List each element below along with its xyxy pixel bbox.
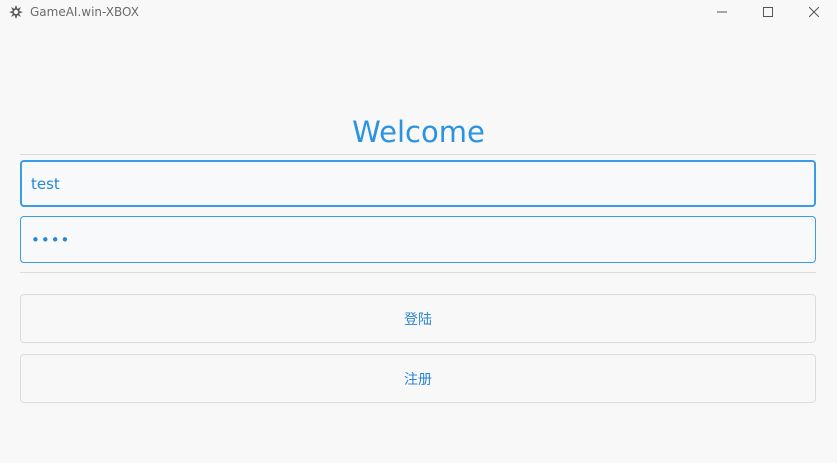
password-value: •••• bbox=[31, 230, 71, 249]
username-value: test bbox=[31, 174, 60, 193]
close-button[interactable] bbox=[791, 0, 837, 24]
maximize-icon bbox=[763, 7, 773, 17]
register-button[interactable]: 注册 bbox=[20, 354, 816, 403]
app-icon bbox=[8, 4, 24, 20]
username-field[interactable]: test bbox=[20, 160, 816, 207]
app-window: GameAI.win-XBOX Welcome test •••• 登陆 注册 bbox=[0, 0, 837, 463]
window-title: GameAI.win-XBOX bbox=[30, 5, 139, 19]
password-field[interactable]: •••• bbox=[20, 216, 816, 263]
divider-bottom bbox=[20, 272, 816, 273]
page-title: Welcome bbox=[352, 115, 485, 149]
close-icon bbox=[809, 7, 819, 17]
maximize-button[interactable] bbox=[745, 0, 791, 24]
login-button[interactable]: 登陆 bbox=[20, 294, 816, 343]
minimize-icon bbox=[717, 11, 727, 13]
divider-top bbox=[20, 154, 816, 155]
title-bar[interactable]: GameAI.win-XBOX bbox=[0, 0, 837, 24]
minimize-button[interactable] bbox=[699, 0, 745, 24]
login-button-label: 登陆 bbox=[404, 311, 432, 328]
register-button-label: 注册 bbox=[404, 371, 432, 388]
